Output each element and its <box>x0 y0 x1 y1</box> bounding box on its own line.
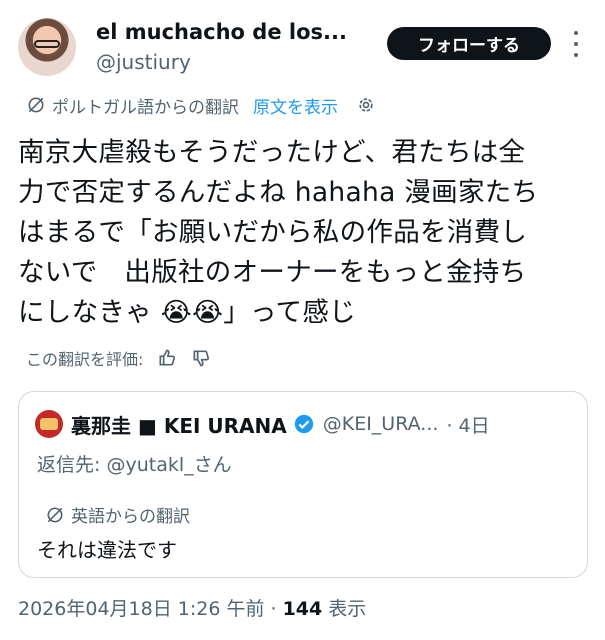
tweet-text-line: 南京大虐殺もそうだったけど、君たちは全 <box>18 137 526 168</box>
views-count: 144 <box>282 598 323 620</box>
avatar-glasses <box>34 40 60 48</box>
translate-globe-icon <box>28 97 44 113</box>
views-label: 表示 <box>322 598 367 620</box>
quoted-tweet-header: 裏那圭 ■ KEI URANA @KEI_URA... · 4日 <box>35 410 490 438</box>
tweet-header: el muchacho de los... @justiury フォローする <box>0 0 605 90</box>
quoted-author-name[interactable]: 裏那圭 ■ KEI URANA <box>71 410 287 439</box>
thumbs-up-icon[interactable] <box>157 348 177 368</box>
follow-button[interactable]: フォローする <box>387 27 551 60</box>
tweet-meta: 2026年04月18日 1:26 午前 · 144 表示 <box>18 594 366 621</box>
author-display-name[interactable]: el muchacho de los... <box>96 20 347 44</box>
quoted-tweet-time: · 4日 <box>446 414 490 437</box>
rate-label: この翻訳を評価: <box>26 350 144 369</box>
reply-to: 返信先: @yutakl_さん <box>37 450 232 477</box>
author-avatar[interactable] <box>18 18 76 76</box>
translation-notice: ポルトガル語からの翻訳 原文を表示 <box>26 92 376 118</box>
quoted-tweet-card[interactable]: 裏那圭 ■ KEI URANA @KEI_URA... · 4日 返信先: @y… <box>18 391 588 578</box>
quoted-author-handle[interactable]: @KEI_URA... <box>323 413 439 435</box>
verified-badge-icon <box>294 414 313 434</box>
tweet-text-line: はまるで「お願いだから私の作品を消費し <box>18 217 528 248</box>
tweet-text: 南京大虐殺もそうだったけど、君たちは全 力で否定するんだよね hahaha 漫画… <box>18 133 593 333</box>
show-original-link[interactable]: 原文を表示 <box>253 93 338 118</box>
meta-separator: · <box>264 598 283 620</box>
more-icon[interactable] <box>570 31 582 57</box>
translate-globe-icon <box>47 507 63 522</box>
tweet-text-line: ないで 出版社のオーナーをもっと金持ち <box>18 257 527 288</box>
thumbs-down-icon[interactable] <box>191 348 211 368</box>
quoted-translation-label: 英語からの翻訳 <box>71 507 190 527</box>
tweet-timestamp[interactable]: 2026年04月18日 1:26 午前 <box>18 598 264 620</box>
reply-prefix: 返信先: <box>37 454 107 476</box>
tweet-text-line: にしなきゃ 😭😭」って感じ <box>18 297 356 328</box>
quoted-tweet-text: それは違法です <box>37 538 177 562</box>
quoted-author-avatar[interactable] <box>35 410 63 438</box>
quoted-translation-notice: 英語からの翻訳 <box>45 502 190 527</box>
reply-mention[interactable]: @yutakl_さん <box>106 454 231 476</box>
tweet-text-line: 力で否定するんだよね hahaha 漫画家たち <box>18 177 539 208</box>
translation-label: ポルトガル語からの翻訳 <box>52 97 239 118</box>
rate-translation: この翻訳を評価: <box>26 345 211 371</box>
gear-icon[interactable] <box>356 95 376 115</box>
author-handle[interactable]: @justiury <box>96 50 191 74</box>
